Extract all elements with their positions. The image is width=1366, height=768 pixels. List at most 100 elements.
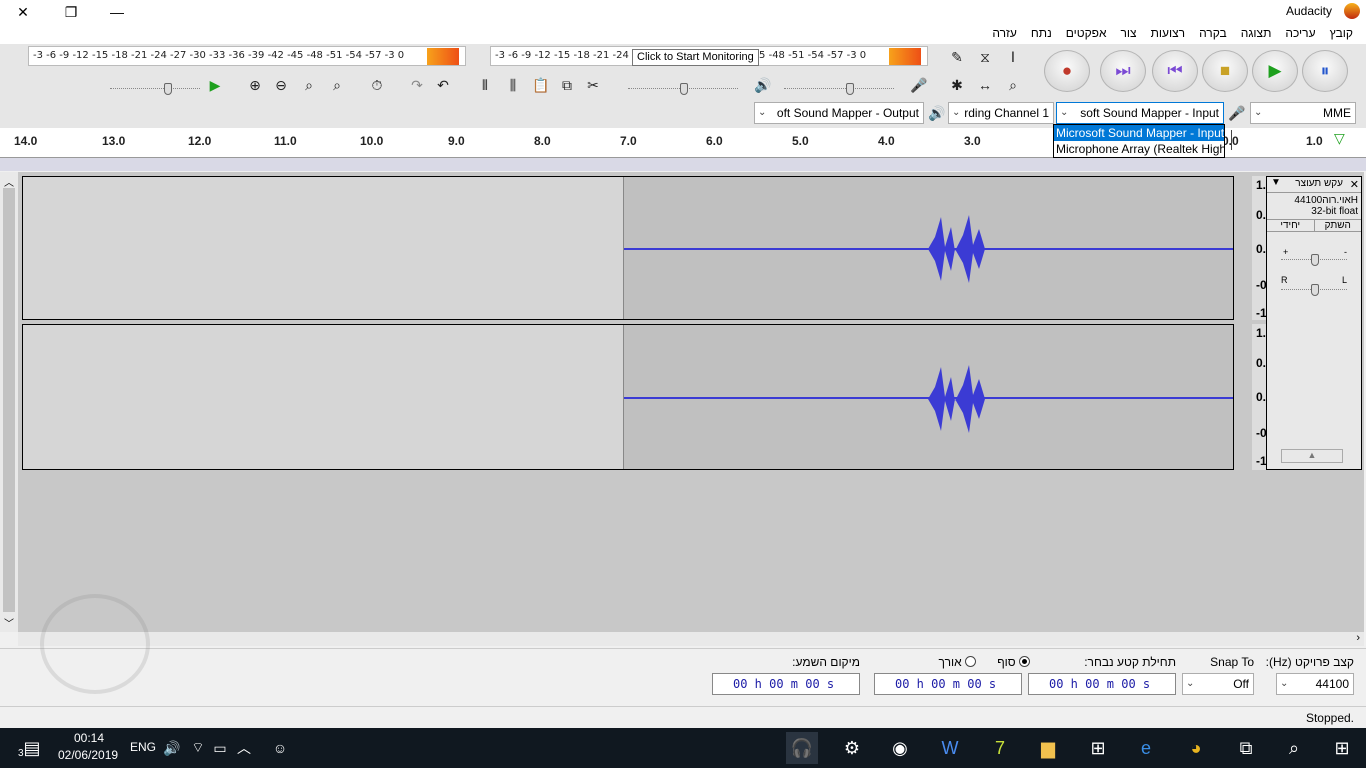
menu-tracks[interactable]: רצועות (1144, 24, 1192, 44)
menu-analyze[interactable]: נתח (1024, 24, 1059, 44)
zoom-in-icon[interactable]: ⊕ (244, 74, 266, 96)
tray-expand-icon[interactable]: ︿ (228, 732, 260, 764)
menu-view[interactable]: תצוגה (1234, 24, 1279, 44)
select-tool-icon[interactable]: Ⅰ (1002, 46, 1024, 68)
settings-icon[interactable]: ⚙ (836, 732, 868, 764)
fit-selection-icon[interactable]: ⌕ (298, 74, 320, 96)
input-option-sound-mapper[interactable]: Microsoft Sound Mapper - Input (1054, 125, 1224, 141)
horizontal-scrollbar[interactable]: › (18, 632, 1364, 646)
play-at-speed-icon[interactable]: ▶ (204, 74, 226, 96)
track-close-icon[interactable]: ✕ (1350, 178, 1359, 191)
mute-button[interactable]: השתק (1315, 220, 1362, 231)
record-meter[interactable]: -3 -6 -9 -12 -15 -18 -21 -24 -27 -30 -33… (28, 46, 466, 66)
fit-project-icon[interactable]: ⌕ (326, 74, 348, 96)
restore-button[interactable]: ❐ (48, 0, 94, 24)
collapse-track-icon[interactable]: ▲ (1281, 449, 1343, 463)
length-radio-dot[interactable] (965, 656, 976, 667)
ruler-tick: 5.0 (792, 134, 809, 148)
skip-end-button[interactable]: ⏭ (1100, 50, 1146, 92)
clock-date[interactable]: 02/06/2019 (58, 748, 118, 762)
snap-to-combo[interactable]: ⌄ Off (1182, 673, 1254, 695)
menu-transport[interactable]: בקרה (1192, 24, 1234, 44)
audio-position-field[interactable]: 00 h 00 m 00 s (712, 673, 860, 695)
scroll-right-icon[interactable]: › (1356, 632, 1360, 644)
gain-plus-label: + (1283, 247, 1289, 257)
start-icon[interactable]: ⊞ (1326, 732, 1358, 764)
length-radio[interactable]: אורך (939, 655, 976, 669)
zoom-tool-icon[interactable]: ⌕ (1002, 74, 1024, 96)
gain-slider[interactable] (1281, 254, 1347, 266)
project-rate-combo[interactable]: ⌄ 44100 (1276, 673, 1354, 695)
edge-icon[interactable]: e (1130, 732, 1162, 764)
store-icon[interactable]: ⊞ (1082, 732, 1114, 764)
record-button[interactable]: ● (1044, 50, 1090, 92)
photos-icon[interactable]: ◉ (884, 732, 916, 764)
track-channel-right[interactable] (22, 324, 1234, 470)
menu-generate[interactable]: צור (1114, 24, 1144, 44)
zoom-out-icon[interactable]: ⊖ (270, 74, 292, 96)
undo-icon[interactable]: ↶ (432, 74, 454, 96)
end-radio-dot[interactable] (1019, 656, 1030, 667)
timer-icon[interactable]: ⏱ (366, 74, 388, 96)
scroll-down-icon[interactable]: ﹀ (4, 615, 14, 630)
pan-slider[interactable] (1281, 284, 1347, 296)
playback-speed-slider[interactable] (628, 83, 738, 95)
audio-position-label: מיקום השמע: (792, 655, 860, 669)
word-icon[interactable]: W (934, 732, 966, 764)
silence-icon[interactable]: ⫼ (502, 74, 524, 96)
menu-file[interactable]: קובץ (1323, 24, 1360, 44)
timeshift-tool-icon[interactable]: ↔ (974, 74, 996, 96)
menu-effects[interactable]: אפקטים (1059, 24, 1114, 44)
close-button[interactable]: ✕ (0, 0, 46, 24)
output-speaker-icon: 🔊 (928, 104, 946, 121)
play-button[interactable]: ▶ (1252, 50, 1298, 92)
channels-combo[interactable]: ⌄ rding Channel 1 (948, 102, 1054, 124)
track-menu-arrow-icon[interactable]: ▼ (1271, 177, 1281, 188)
output-device-combo[interactable]: ⌄ oft Sound Mapper - Output (754, 102, 924, 124)
multi-tool-icon[interactable]: ✱ (946, 74, 968, 96)
file-explorer-icon[interactable]: ▆ (1032, 732, 1064, 764)
selection-end-field[interactable]: 00 h 00 m 00 s (874, 673, 1022, 695)
redo-icon[interactable]: ↷ (406, 74, 428, 96)
vertical-scroll-thumb[interactable] (3, 188, 15, 612)
scroll-up-icon[interactable]: ︿ (4, 174, 14, 189)
playback-volume-slider[interactable] (784, 83, 894, 95)
menu-edit[interactable]: עריכה (1278, 24, 1322, 44)
cut-icon[interactable]: ✂ (582, 74, 604, 96)
recording-volume-slider[interactable] (110, 83, 200, 95)
copy-icon[interactable]: ⧉ (556, 74, 578, 96)
trim-icon[interactable]: ⫴ (474, 74, 496, 96)
vertical-scrollbar[interactable]: ︿ ﹀ (0, 172, 18, 632)
chrome-icon[interactable]: ◕ (1180, 732, 1212, 764)
audacity-taskbar-icon[interactable]: 🎧 (786, 732, 818, 764)
end-label: סוף (997, 655, 1016, 669)
people-icon[interactable]: ☺ (264, 732, 296, 764)
input-option-microphone-array[interactable]: Microphone Array (Realtek High (1054, 141, 1224, 157)
7zip-icon[interactable]: 7 (984, 732, 1016, 764)
track-area[interactable]: 1.0 0.5- 0.0 -0.5 -1.0 1.0 0.5- 0.0 -0.5… (18, 172, 1364, 632)
language-indicator[interactable]: ENG (130, 740, 156, 754)
solo-button[interactable]: יחידי (1267, 220, 1315, 231)
input-device-combo[interactable]: ⌄ soft Sound Mapper - Input (1056, 102, 1224, 124)
track-name[interactable]: עקש תעוצר (1295, 178, 1343, 189)
host-combo[interactable]: ⌄ MME (1250, 102, 1356, 124)
task-view-icon[interactable]: ⧉ (1230, 732, 1262, 764)
stop-button[interactable]: ■ (1202, 50, 1248, 92)
netfree-watermark-icon (40, 594, 150, 694)
play-head-icon[interactable]: ▽ (1334, 130, 1345, 147)
envelope-tool-icon[interactable]: ⧖ (974, 46, 996, 68)
output-device-value: oft Sound Mapper - Output (776, 106, 919, 120)
pause-button[interactable]: ⏸ (1302, 50, 1348, 92)
clock-time[interactable]: 00:14 (74, 731, 104, 745)
track-channel-left[interactable] (22, 176, 1234, 320)
waveform-burst (928, 215, 985, 283)
search-icon[interactable]: ⌕ (1278, 732, 1310, 764)
selection-start-field[interactable]: 00 h 00 m 00 s (1028, 673, 1176, 695)
skip-start-button[interactable]: ⏮ (1152, 50, 1198, 92)
end-radio[interactable]: סוף (997, 655, 1030, 669)
paste-icon[interactable]: 📋 (530, 74, 552, 96)
ruler-tick: 10.0 (360, 134, 384, 148)
minimize-button[interactable]: — (94, 0, 140, 24)
draw-tool-icon[interactable]: ✎ (946, 46, 968, 68)
menu-help[interactable]: עזרה (985, 24, 1024, 44)
